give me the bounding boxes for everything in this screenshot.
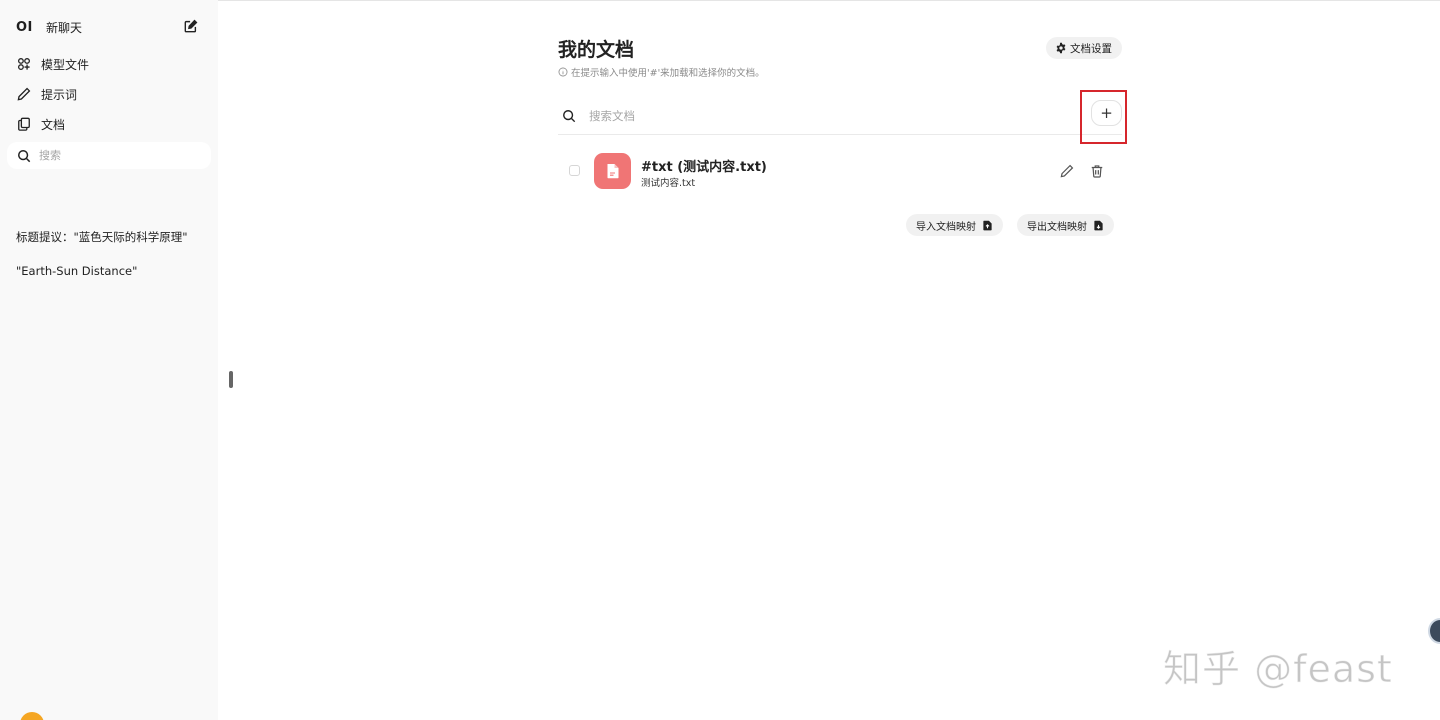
documents-panel: 我的文档 文档设置 在提示输入中使用'#'来加载和选择你的文档。 + (558, 0, 1127, 720)
document-filename: 测试内容.txt (641, 178, 696, 189)
app-window: OI 新聊天 模型文件 提示词 文档 搜索 标题提议："蓝色天际的科学原理" "… (0, 0, 1440, 720)
edit-icon[interactable] (1060, 164, 1074, 178)
sidebar-search-input[interactable] (39, 149, 189, 162)
export-document-mapping-button[interactable]: 导出文档映射 (1017, 214, 1114, 236)
app-logo: OI (16, 19, 33, 35)
info-icon (558, 67, 568, 77)
export-label: 导出文档映射 (1027, 221, 1087, 233)
sidebar-item-prompts[interactable]: 提示词 (16, 79, 206, 109)
file-icon (594, 153, 631, 189)
sidebar-item-label: 提示词 (41, 87, 78, 102)
trash-icon[interactable] (1090, 164, 1104, 178)
gear-icon (1056, 42, 1066, 54)
document-row[interactable]: #txt (测试内容.txt) 测试内容.txt (558, 150, 1122, 192)
watermark: 知乎 @feast (1163, 647, 1393, 692)
sidebar-search[interactable] (7, 142, 211, 169)
usage-hint: 在提示输入中使用'#'来加载和选择你的文档。 (558, 65, 765, 79)
models-icon (16, 56, 32, 72)
sidebar-item-models[interactable]: 模型文件 (16, 49, 206, 79)
usage-hint-text: 在提示输入中使用'#'来加载和选择你的文档。 (571, 68, 765, 79)
add-document-button[interactable]: + (1091, 100, 1122, 126)
document-search[interactable] (558, 97, 1122, 135)
document-title[interactable]: #txt (测试内容.txt) (641, 156, 767, 175)
chat-item[interactable]: 标题提议："蓝色天际的科学原理" (16, 220, 206, 254)
import-label: 导入文档映射 (916, 221, 976, 233)
download-icon (1094, 220, 1103, 230)
chat-item[interactable]: "Earth-Sun Distance" (16, 254, 206, 288)
user-avatar[interactable] (20, 712, 44, 720)
sidebar-item-label: 模型文件 (41, 57, 90, 72)
sidebar-item-documents[interactable]: 文档 (16, 109, 206, 139)
document-settings-label: 文档设置 (1070, 42, 1112, 55)
search-icon (18, 149, 31, 162)
sidebar: OI 新聊天 模型文件 提示词 文档 搜索 标题提议："蓝色天际的科学原理" "… (0, 0, 218, 720)
sidebar-resize-handle[interactable] (229, 371, 233, 388)
page-title: 我的文档 (558, 39, 635, 61)
import-document-mapping-button[interactable]: 导入文档映射 (906, 214, 1003, 236)
sidebar-item-label: 文档 (41, 117, 66, 132)
new-chat-label[interactable]: 新聊天 (46, 19, 82, 36)
chat-history: 标题提议："蓝色天际的科学原理" "Earth-Sun Distance" (16, 220, 206, 288)
pencil-icon (16, 86, 32, 102)
document-checkbox[interactable] (569, 165, 580, 176)
floating-avatar[interactable] (1428, 618, 1440, 644)
document-search-input[interactable] (589, 108, 1049, 123)
document-settings-button[interactable]: 文档设置 (1046, 37, 1122, 59)
sidebar-nav: 模型文件 提示词 文档 (16, 49, 206, 139)
upload-icon (983, 220, 992, 230)
new-chat-row[interactable]: OI 新聊天 (16, 16, 202, 38)
search-icon (563, 109, 576, 122)
documents-icon (16, 116, 32, 132)
compose-icon[interactable] (184, 19, 198, 33)
